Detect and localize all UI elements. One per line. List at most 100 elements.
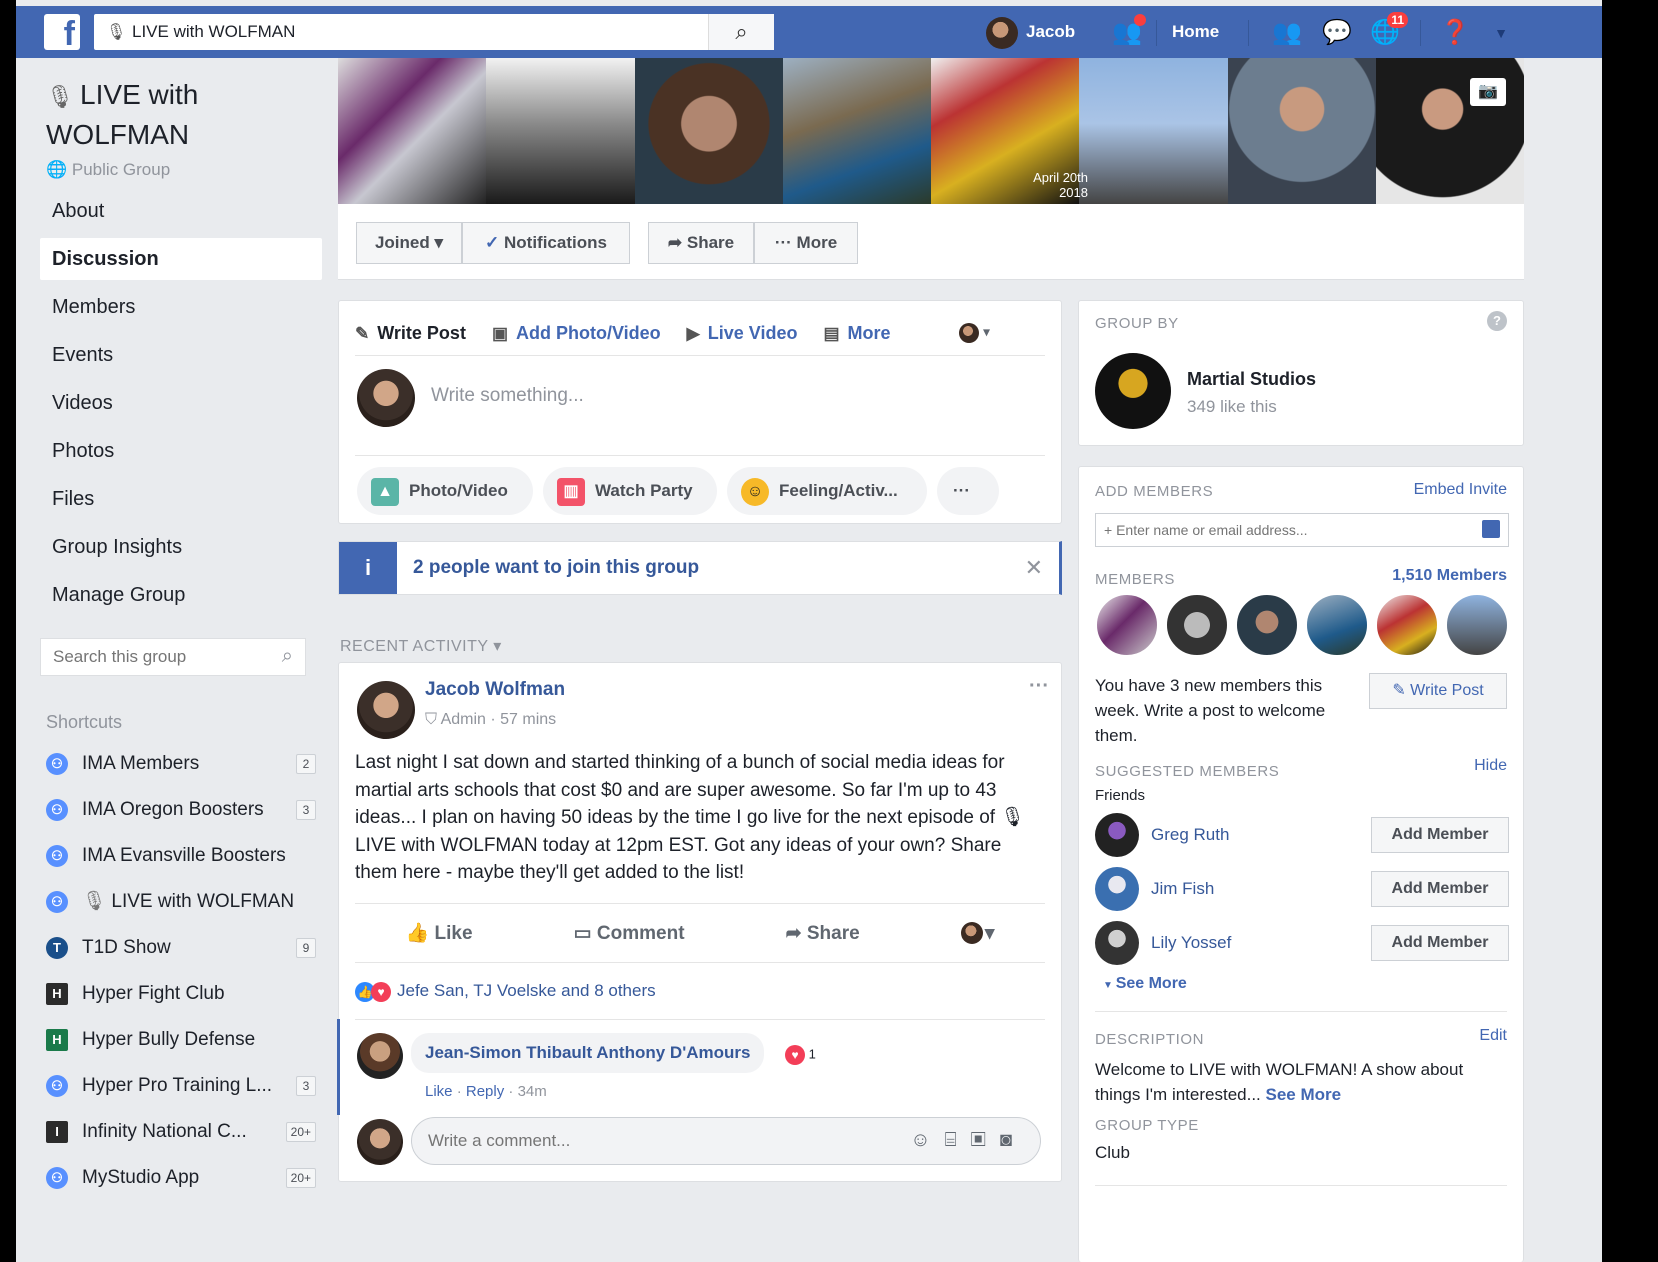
shortcut-item[interactable]: ⚇ 🎙 LIVE with WOLFMAN — [40, 879, 322, 925]
comment-author[interactable]: Jean-Simon Thibault Anthony D'Amours — [425, 1043, 750, 1062]
member-avatar[interactable] — [1095, 593, 1159, 657]
help-icon[interactable]: ❓ — [1440, 18, 1470, 48]
nav-divider — [1248, 20, 1249, 46]
pencil-icon: ✎ — [1392, 682, 1411, 699]
menu-item-photos[interactable]: Photos — [40, 430, 322, 472]
more-options-pill[interactable]: ··· — [937, 467, 999, 515]
facebook-logo[interactable]: f — [44, 14, 80, 50]
tab-write-post[interactable]: ✎ Write Post — [355, 311, 466, 355]
add-member-button[interactable]: Add Member — [1371, 817, 1509, 853]
photo-video-pill[interactable]: ▲ Photo/Video — [357, 467, 533, 515]
tab-more[interactable]: ▤ More — [823, 311, 890, 355]
home-link[interactable]: Home — [1172, 6, 1219, 58]
menu-item-files[interactable]: Files — [40, 478, 322, 520]
avatar[interactable] — [357, 681, 415, 739]
group-requests-icon[interactable]: 👥 — [1112, 14, 1146, 48]
shortcut-item[interactable]: H Hyper Bully Defense — [40, 1017, 322, 1063]
shortcut-item[interactable]: ⚇ IMA Evansville Boosters — [40, 833, 322, 879]
member-avatar[interactable] — [1235, 593, 1299, 657]
menu-item-events[interactable]: Events — [40, 334, 322, 376]
reactions-summary[interactable]: 👍 ♥ Jefe San, TJ Voelske and 8 others — [355, 981, 656, 1002]
welcome-write-post-button[interactable]: ✎ Write Post — [1369, 673, 1507, 709]
cover-edit-button[interactable]: 📷 — [1470, 78, 1506, 106]
comment-input[interactable] — [428, 1118, 848, 1164]
like-button[interactable]: 👍 Like — [406, 921, 473, 945]
add-member-input[interactable] — [1096, 514, 1456, 546]
joined-button[interactable]: Joined ▾ — [356, 222, 462, 264]
react-as-selector[interactable]: ▾ — [960, 922, 994, 945]
add-member-button[interactable]: Add Member — [1371, 871, 1509, 907]
group-title[interactable]: 🎙 LIVE with WOLFMAN — [40, 76, 322, 154]
address-book-icon[interactable] — [1482, 520, 1500, 538]
hide-suggestions-link[interactable]: Hide — [1474, 757, 1507, 775]
menu-item-about[interactable]: About — [40, 190, 322, 232]
sticker-icon[interactable]: ◙ — [1000, 1129, 1026, 1151]
member-avatar[interactable] — [1165, 593, 1229, 657]
group-owner-name[interactable]: Martial Studios — [1187, 369, 1316, 390]
avatar[interactable] — [357, 1033, 403, 1079]
composer-input[interactable]: Write something... — [431, 385, 584, 407]
chevron-down-icon[interactable]: ▼ — [1486, 18, 1516, 48]
share-button[interactable]: ➦ Share — [786, 922, 860, 945]
comment-like-link[interactable]: Like — [425, 1083, 453, 1100]
shortcut-item[interactable]: H Hyper Fight Club — [40, 971, 322, 1017]
shortcut-item[interactable]: I Infinity National C... 20+ — [40, 1109, 322, 1155]
recent-activity-sort[interactable]: RECENT ACTIVITY ▾ — [340, 636, 502, 656]
shortcut-item[interactable]: T T1D Show 9 — [40, 925, 322, 971]
shortcut-item[interactable]: ⚇ MyStudio App 20+ — [40, 1155, 322, 1201]
notifications-button[interactable]: ✓ Notifications — [462, 222, 630, 264]
share-button[interactable]: ➦ Share — [648, 222, 754, 264]
feeling-activity-pill[interactable]: ☺ Feeling/Activ... — [727, 467, 927, 515]
see-more-suggestions[interactable]: ▼ See More — [1103, 975, 1187, 993]
description-see-more[interactable]: See More — [1266, 1085, 1342, 1104]
search-icon[interactable]: ⌕ — [282, 645, 293, 668]
cover-photo-collage[interactable]: April 20th 2018 📷 — [338, 58, 1524, 204]
group-search-input[interactable] — [41, 639, 261, 675]
edit-description-link[interactable]: Edit — [1479, 1027, 1507, 1045]
shortcut-item[interactable]: ⚇ IMA Oregon Boosters 3 — [40, 787, 322, 833]
comment-reply-link[interactable]: Reply — [466, 1083, 504, 1100]
post-author[interactable]: Jacob Wolfman — [425, 679, 565, 701]
emoji-icon[interactable]: ☺ — [910, 1129, 944, 1151]
post-options-icon[interactable]: ··· — [1029, 675, 1049, 698]
post-as-selector[interactable]: ▾ — [959, 323, 990, 343]
comment-reaction[interactable]: ♥ 1 — [785, 1045, 816, 1065]
member-avatar[interactable] — [1305, 593, 1369, 657]
menu-item-discussion[interactable]: Discussion — [40, 238, 322, 280]
notifications-globe-icon[interactable]: 🌐 11 — [1370, 12, 1408, 48]
martial-studios-logo[interactable] — [1095, 353, 1171, 429]
tab-add-photo-video[interactable]: ▣ Add Photo/Video — [492, 311, 661, 355]
close-icon[interactable]: ✕ — [1025, 542, 1043, 594]
shortcut-item[interactable]: ⚇ IMA Members 2 — [40, 741, 322, 787]
watch-party-pill[interactable]: ▥ Watch Party — [543, 467, 717, 515]
shortcut-item[interactable]: ⚇ Hyper Pro Training L... 3 — [40, 1063, 322, 1109]
avatar[interactable] — [1095, 813, 1139, 857]
help-icon[interactable]: ? — [1487, 311, 1507, 331]
menu-item-group-insights[interactable]: Group Insights — [40, 526, 322, 568]
menu-item-manage-group[interactable]: Manage Group — [40, 574, 322, 616]
member-avatar[interactable] — [1445, 593, 1509, 657]
member-avatar[interactable] — [1375, 593, 1439, 657]
tab-live-video[interactable]: ▶ Live Video — [687, 311, 798, 355]
members-count-link[interactable]: 1,510 Members — [1392, 567, 1507, 585]
join-requests-banner[interactable]: i 2 people want to join this group ✕ — [338, 541, 1062, 595]
avatar[interactable] — [1095, 921, 1139, 965]
menu-item-videos[interactable]: Videos — [40, 382, 322, 424]
embed-invite-link[interactable]: Embed Invite — [1414, 481, 1507, 499]
suggested-member-name[interactable]: Lily Yossef — [1151, 933, 1231, 953]
camera-icon[interactable]: ⌸ — [945, 1129, 971, 1151]
global-search-input[interactable] — [132, 14, 692, 50]
more-button[interactable]: ··· More — [754, 222, 858, 264]
comment-button[interactable]: ▭ Comment — [574, 922, 685, 945]
add-member-button[interactable]: Add Member — [1371, 925, 1509, 961]
friend-requests-icon[interactable]: 👥 — [1272, 18, 1302, 48]
join-requests-text[interactable]: 2 people want to join this group — [413, 542, 699, 594]
avatar[interactable] — [1095, 867, 1139, 911]
gif-icon[interactable]: ▣ — [971, 1129, 1000, 1151]
profile-link[interactable]: Jacob — [986, 6, 1075, 58]
suggested-member-name[interactable]: Greg Ruth — [1151, 825, 1229, 845]
suggested-member-name[interactable]: Jim Fish — [1151, 879, 1214, 899]
menu-item-members[interactable]: Members — [40, 286, 322, 328]
messenger-icon[interactable]: 💬 — [1322, 18, 1352, 48]
search-button[interactable]: ⌕ — [708, 14, 774, 50]
